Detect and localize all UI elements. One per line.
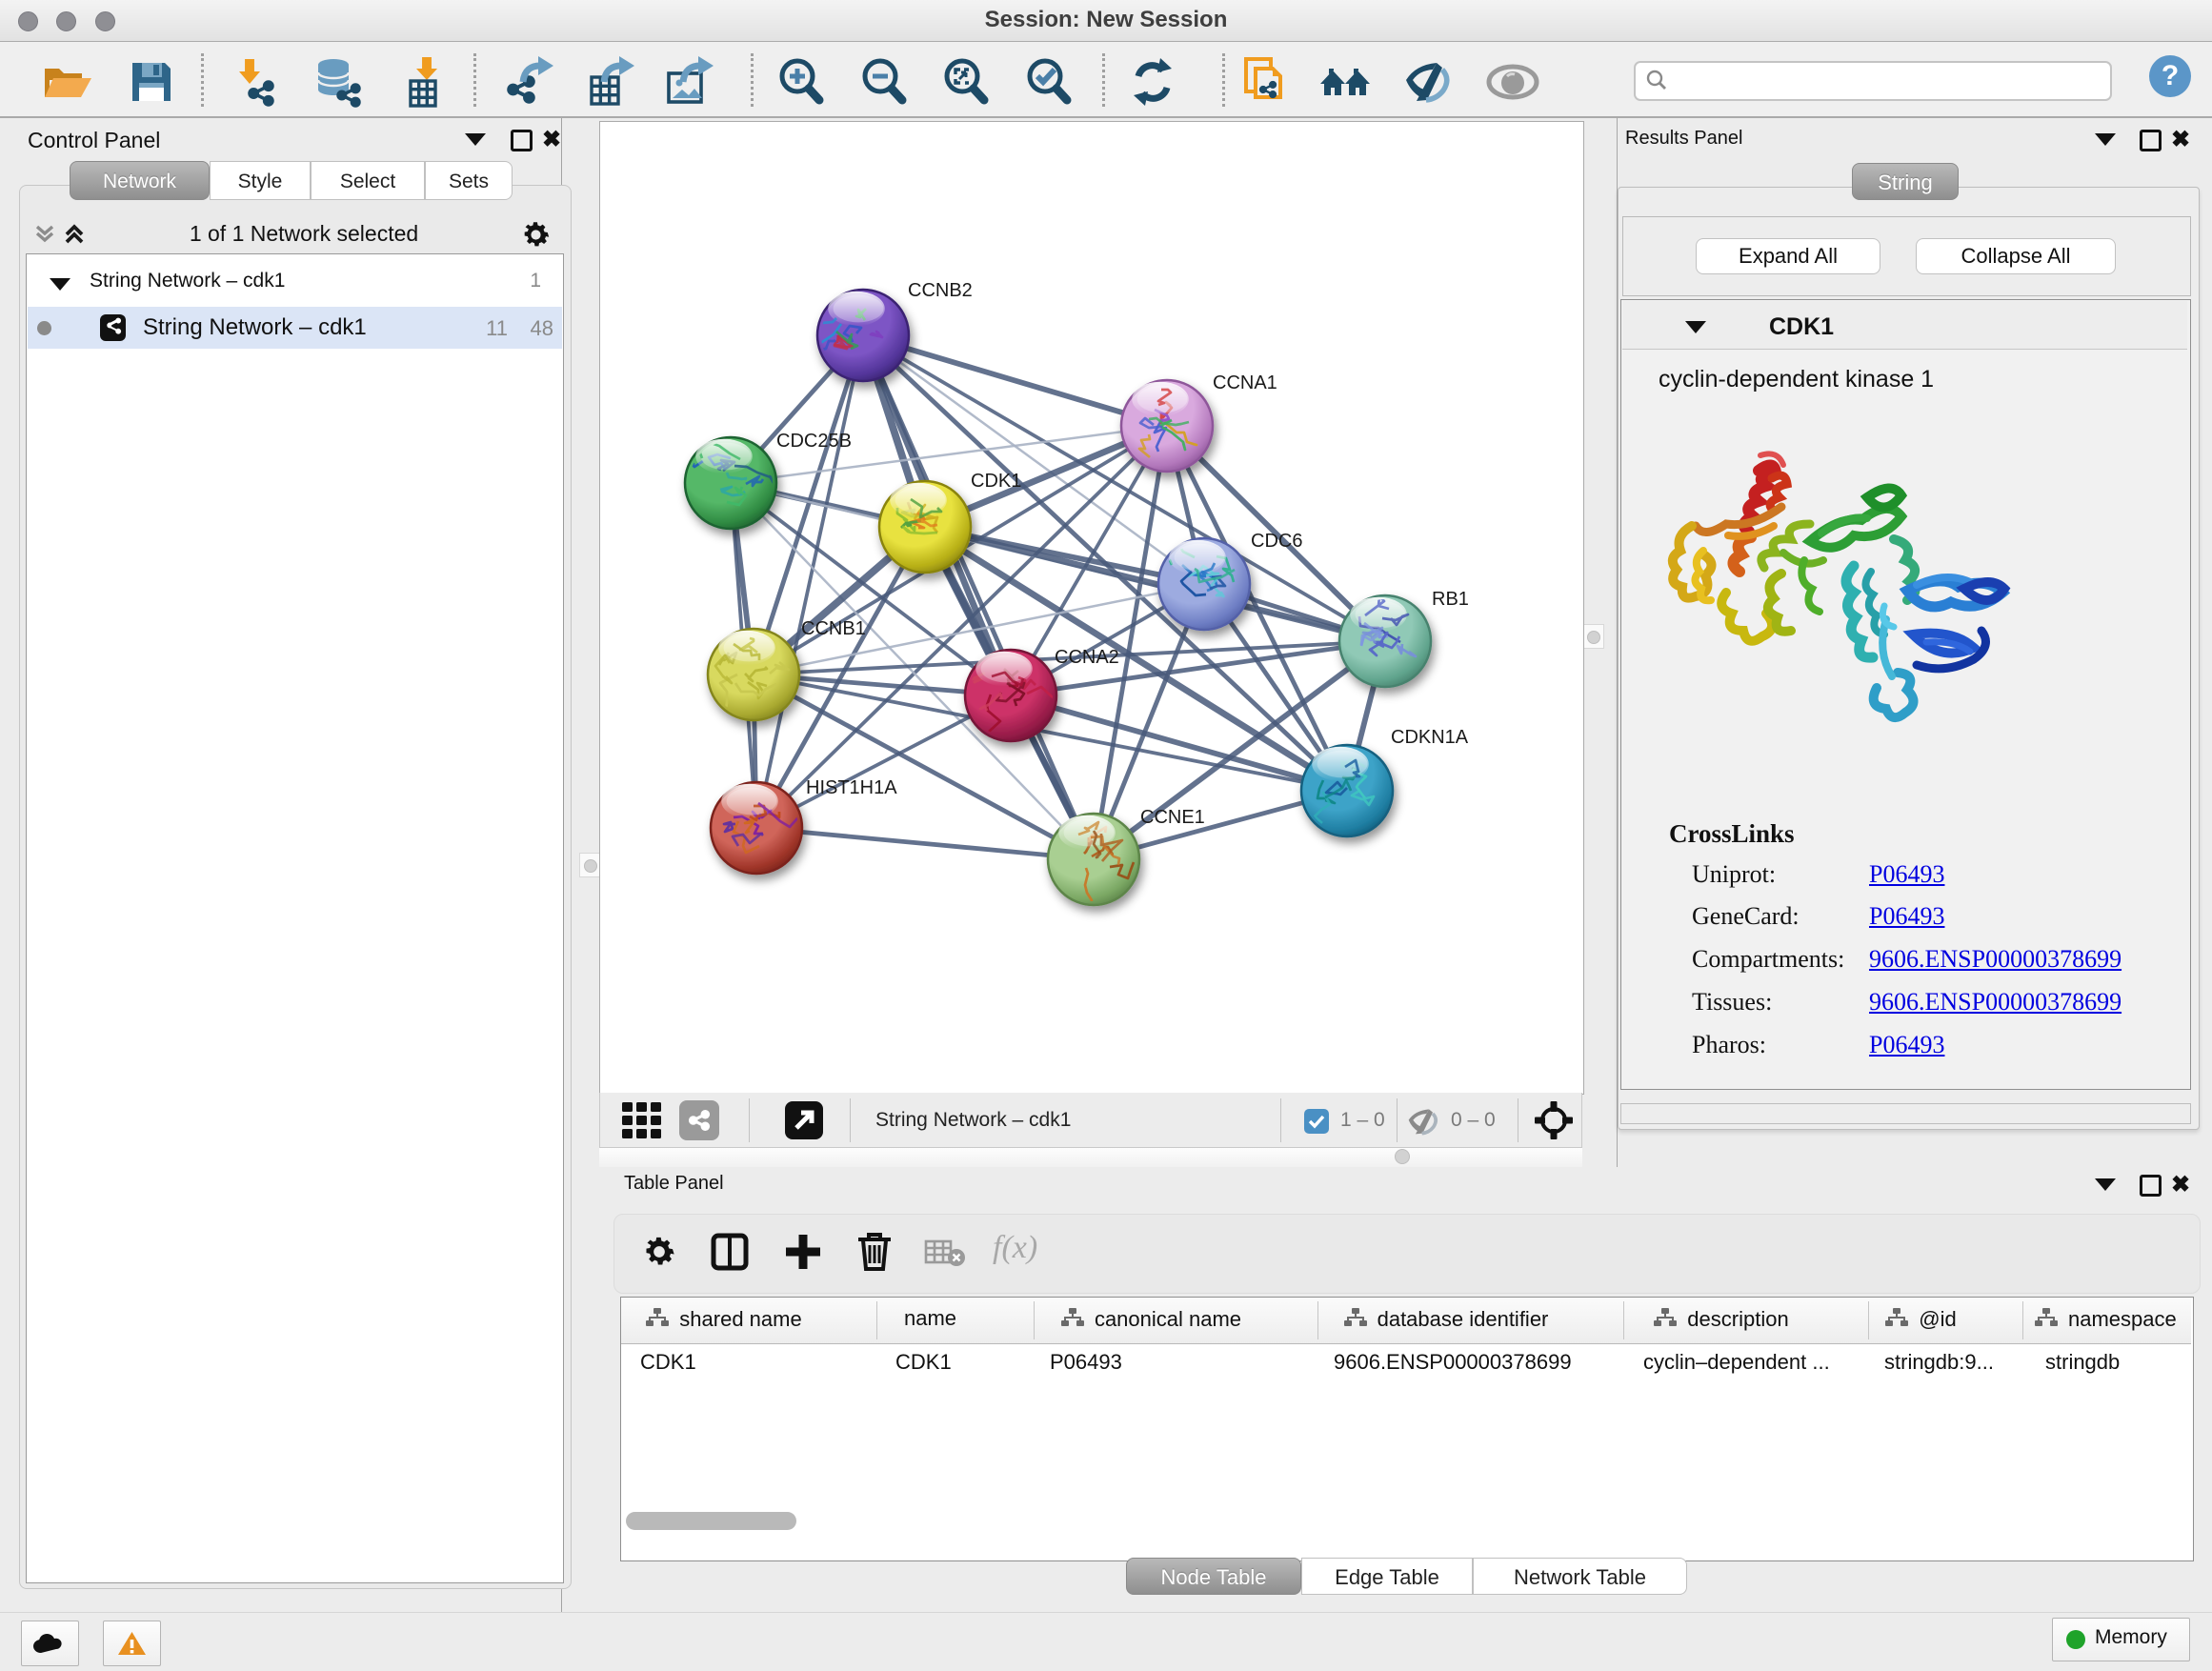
svg-text:CDKN1A: CDKN1A [1391, 727, 1469, 748]
svg-text:CCNA2: CCNA2 [1055, 647, 1119, 668]
svg-text:CDC25B: CDC25B [776, 431, 852, 452]
svg-text:CCNE1: CCNE1 [1140, 807, 1205, 828]
svg-text:CCNB2: CCNB2 [908, 280, 973, 301]
svg-text:CDC6: CDC6 [1251, 531, 1302, 552]
svg-text:RB1: RB1 [1432, 589, 1469, 610]
svg-text:HIST1H1A: HIST1H1A [806, 777, 897, 798]
svg-text:CCNB1: CCNB1 [801, 618, 866, 639]
svg-text:CCNA1: CCNA1 [1213, 372, 1277, 393]
svg-text:CDK1: CDK1 [971, 471, 1021, 492]
